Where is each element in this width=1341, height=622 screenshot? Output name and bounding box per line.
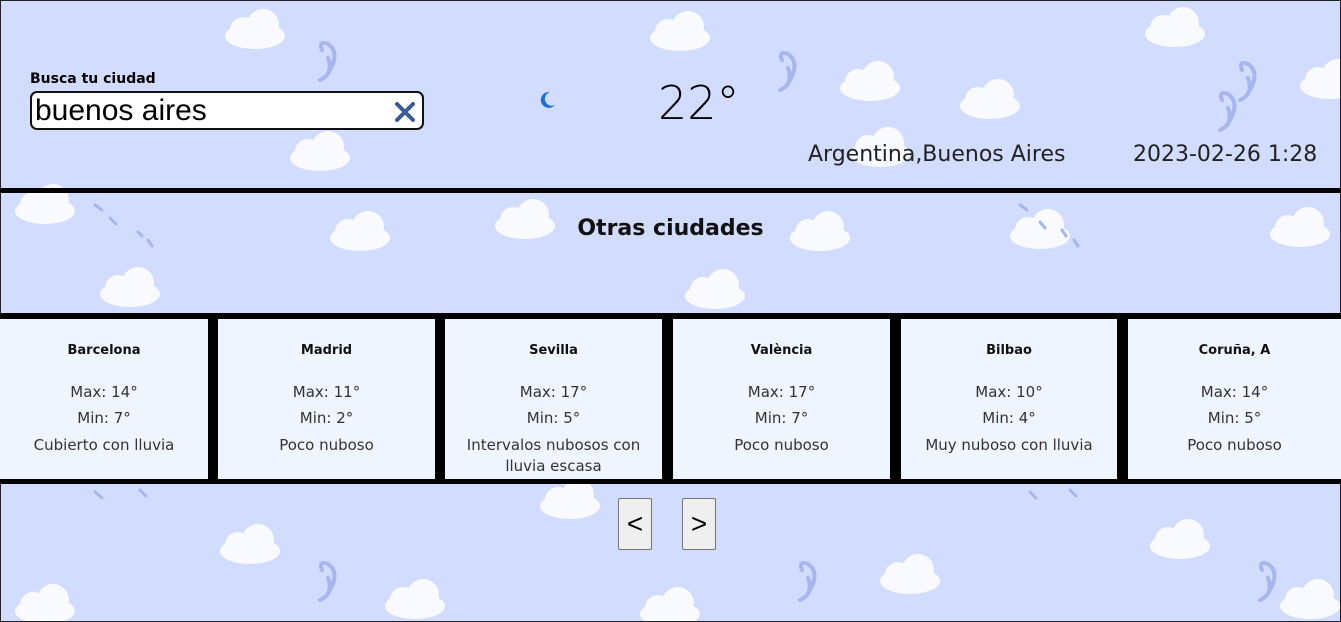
city-max-temp: Max: 10°: [975, 383, 1043, 401]
section-divider: [0, 188, 1341, 193]
current-location: Argentina,Buenos Aires: [808, 142, 1066, 167]
city-description: Poco nuboso: [734, 436, 829, 454]
city-cards-row: Barcelona Max: 14° Min: 7° Cubierto con …: [0, 313, 1341, 484]
city-description: Cubierto con lluvia: [33, 436, 175, 454]
city-name: Bilbao: [986, 343, 1032, 358]
search-label: Busca tu ciudad: [30, 71, 156, 87]
search-box: [30, 91, 424, 130]
city-card[interactable]: Coruña, A Max: 14° Min: 5° Poco nuboso: [1128, 319, 1341, 479]
city-name: Sevilla: [529, 343, 578, 358]
city-name: Barcelona: [67, 343, 141, 358]
city-max-temp: Max: 14°: [70, 383, 138, 401]
other-cities-title: Otras ciudades: [577, 216, 764, 241]
city-description: Poco nuboso: [1187, 436, 1282, 454]
city-min-temp: Min: 7°: [77, 409, 131, 427]
current-temperature: 22°: [658, 76, 740, 130]
city-name: Coruña, A: [1198, 343, 1271, 358]
city-name: Madrid: [300, 343, 353, 358]
city-description: Poco nuboso: [279, 436, 374, 454]
moon-icon: [540, 91, 555, 108]
city-min-temp: Min: 7°: [754, 409, 809, 427]
city-max-temp: Max: 17°: [519, 383, 588, 401]
city-max-temp: Max: 17°: [747, 383, 816, 401]
search-input[interactable]: [35, 94, 385, 128]
city-description: Intervalos nubosos con lluvia escasa: [466, 436, 641, 475]
city-min-temp: Min: 2°: [299, 409, 354, 427]
next-page-button[interactable]: >: [682, 498, 716, 550]
city-max-temp: Max: 11°: [292, 383, 361, 401]
city-card[interactable]: Sevilla Max: 17° Min: 5° Intervalos nubo…: [445, 319, 662, 479]
city-card[interactable]: Barcelona Max: 14° Min: 7° Cubierto con …: [0, 319, 208, 479]
close-icon[interactable]: [394, 101, 416, 123]
city-card[interactable]: Madrid Max: 11° Min: 2° Poco nuboso: [218, 319, 435, 479]
current-datetime: 2023-02-26 1:28: [1133, 142, 1318, 167]
city-min-temp: Min: 5°: [526, 409, 581, 427]
city-card[interactable]: València Max: 17° Min: 7° Poco nuboso: [673, 319, 890, 479]
city-max-temp: Max: 14°: [1200, 383, 1269, 401]
city-min-temp: Min: 5°: [1207, 409, 1262, 427]
current-weather-header: Busca tu ciudad 22° Argentina,Buenos Air…: [0, 0, 1341, 189]
city-name: València: [750, 343, 813, 358]
city-min-temp: Min: 4°: [982, 409, 1036, 427]
city-description: Muy nuboso con lluvia: [925, 436, 1093, 454]
prev-page-button[interactable]: <: [618, 498, 652, 550]
city-card[interactable]: Bilbao Max: 10° Min: 4° Muy nuboso con l…: [901, 319, 1117, 479]
